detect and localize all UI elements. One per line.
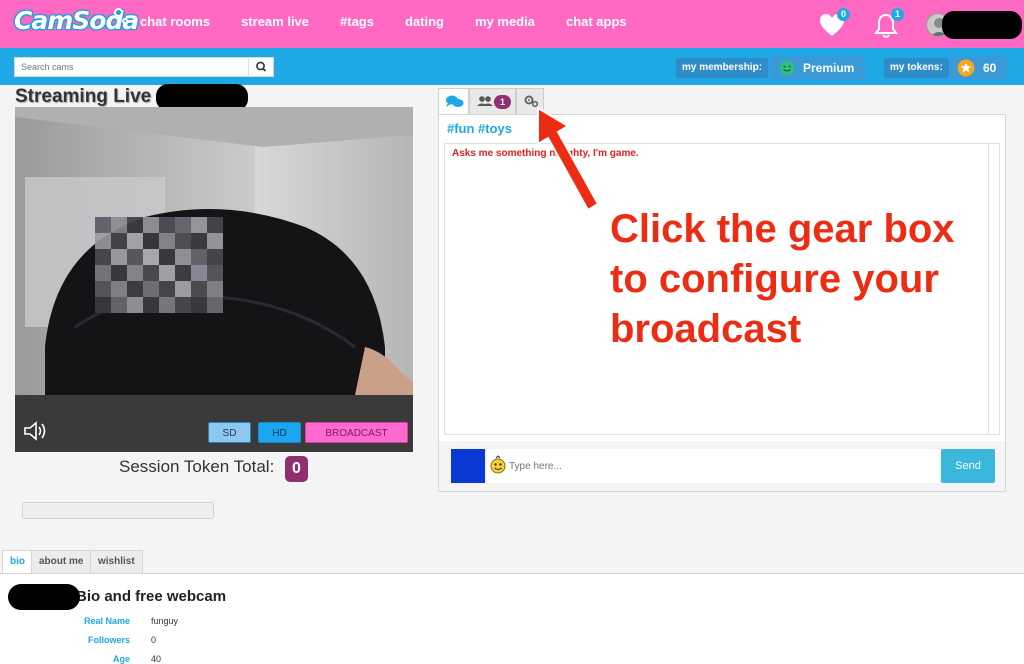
top-navbar: CamSoda chat rooms stream live #tags dat… [0,0,1024,48]
webcam-image [15,107,413,395]
users-count-badge: 1 [494,95,511,109]
hd-button[interactable]: HD [258,422,301,443]
bio-row-age: Age 40 [0,654,300,664]
chat-input[interactable] [487,449,939,483]
membership-value: Premium [803,61,855,75]
emoji-icon[interactable] [489,455,507,475]
users-icon [477,96,493,106]
tokens-value: 60 [983,61,997,75]
nav-my-media[interactable]: my media [475,14,535,29]
bio-label: Real Name [83,616,130,626]
bio-value: funguy [151,616,179,626]
redacted-username [942,11,1022,39]
bio-label: Age [112,654,130,664]
nav-dating[interactable]: dating [405,14,444,29]
star-coin-icon [957,59,975,77]
annotation-text: Click the gear box to configure your bro… [610,207,955,351]
tab-chat[interactable] [438,88,469,114]
send-button[interactable]: Send [941,449,995,483]
search-button[interactable] [248,58,273,76]
redacted-bio-name [8,584,80,610]
speaker-icon [24,421,46,441]
chat-icon [446,95,464,107]
tab-users[interactable]: 1 [469,88,516,114]
logo-bubble-icon [122,18,128,24]
progress-bar [22,502,214,519]
bio-title: Bio and free webcam [76,588,227,605]
search-icon [256,61,267,72]
nav-tags[interactable]: #tags [340,14,374,29]
notifications-button[interactable]: 1 [872,8,904,40]
membership-badge[interactable]: Premium [770,56,865,80]
tab-about-me[interactable]: about me [31,550,92,573]
camsoda-logo[interactable]: CamSoda [14,4,139,40]
bio-row-real-name: Real Name funguy [0,616,300,632]
volume-button[interactable] [22,419,50,443]
broadcast-button[interactable]: BROADCAST [305,422,408,443]
stream-controls: SD HD BROADCAST [15,395,413,452]
favorites-count-badge: 0 [837,8,850,21]
annotation-arrow [537,106,600,212]
bio-value: 40 [151,654,162,664]
bio-label: Followers [87,635,130,645]
chat-color-picker[interactable] [451,449,485,483]
membership-label: my membership: [676,58,769,78]
notifications-count-badge: 1 [891,8,904,21]
nav-chat-rooms[interactable]: chat rooms [140,14,210,29]
favorites-button[interactable]: 0 [818,8,850,40]
tokens-label: my tokens: [884,58,949,78]
tab-wishlist[interactable]: wishlist [90,550,143,573]
search-input[interactable] [15,58,249,76]
secondary-bar: my membership: Premium my tokens: 60 [0,48,1024,85]
search-box [14,57,274,77]
nav-stream-live[interactable]: stream live [241,14,309,29]
bio-row-followers: Followers 0 [0,635,300,651]
chat-input-bar: Send [439,441,1005,491]
session-token-label: Session Token Total: [119,457,275,476]
tab-bio[interactable]: bio [2,550,33,573]
room-tags[interactable]: #fun #toys [447,121,512,136]
smiley-icon [780,61,794,75]
bio-value: 0 [151,635,157,645]
bio-panel: Bio and free webcam Real Name funguy Fol… [0,573,1024,664]
stream-title: Streaming Live [15,86,152,107]
main-nav: chat rooms stream live #tags dating my m… [140,14,658,29]
webcam-preview [15,107,413,395]
sd-button[interactable]: SD [208,422,251,443]
logo-bubble-icon [114,8,123,17]
tokens-badge[interactable]: 60 [950,56,1007,80]
session-token-badge: 0 [285,456,308,482]
nav-chat-apps[interactable]: chat apps [566,14,627,29]
